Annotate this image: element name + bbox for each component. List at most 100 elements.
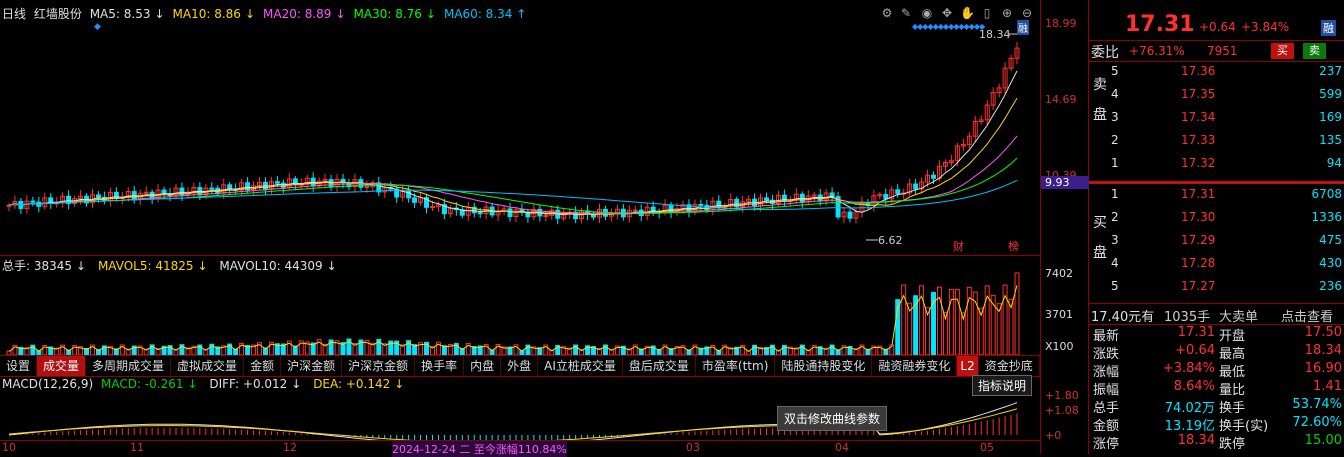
indicator-tabs: 设置 成交量 多周期成交量 虚拟成交量 金额 沪深金额 沪深京金额 换手率 内盘 外盘 AI立桩成交… bbox=[0, 355, 1040, 377]
bid-vol: 236 bbox=[1319, 279, 1342, 293]
zoom-in-icon[interactable]: ⊕ bbox=[1000, 6, 1014, 20]
candle-body bbox=[507, 208, 513, 218]
l2-badge: L2 bbox=[957, 356, 979, 376]
hand-icon[interactable]: ✋ bbox=[960, 6, 975, 20]
commission-diff: 7951 bbox=[1207, 44, 1238, 58]
mavol-line bbox=[8, 285, 1018, 353]
candle-body bbox=[895, 189, 901, 195]
stat-lv: 18.34 bbox=[1177, 433, 1215, 448]
price-tick: 14.69 bbox=[1045, 93, 1077, 106]
settings-icon[interactable]: ⚙ bbox=[880, 6, 894, 20]
finance-marker[interactable]: 财 bbox=[953, 238, 964, 254]
stat-l: 振幅 bbox=[1093, 383, 1120, 398]
current-price-tag: 9.93 bbox=[1041, 176, 1089, 189]
stat-rv: 53.74% bbox=[1292, 397, 1342, 412]
bid-lvl: 1 bbox=[1111, 187, 1119, 201]
tab-indicator[interactable]: 沪深金额 bbox=[281, 356, 343, 376]
candle-body bbox=[209, 187, 215, 190]
tab-indicator[interactable]: 多周期成交量 bbox=[86, 356, 172, 376]
move-icon[interactable]: ✥ bbox=[940, 6, 954, 20]
stat-l: 总手 bbox=[1093, 401, 1120, 416]
ask-row[interactable]: 5 17.36 237 bbox=[1089, 64, 1344, 87]
high-label: 18.34 bbox=[979, 28, 1011, 41]
price-tick: 18.99 bbox=[1045, 17, 1077, 30]
candle-body bbox=[781, 194, 787, 202]
chart-area[interactable]: 日线 红墙股份 MA5: 8.53 ↓ MA10: 8.86 ↓ MA20: 8.89 ↓… bbox=[0, 0, 1089, 457]
candle-body bbox=[913, 183, 919, 190]
ask-row[interactable]: 4 17.35 599 bbox=[1089, 87, 1344, 110]
quote-header: 17.31 +0.64 +3.84% 融 bbox=[1089, 0, 1344, 41]
mavol5-label: MAVOL5: 41825 ↓ bbox=[97, 259, 208, 273]
tab-indicator[interactable]: 金额 bbox=[244, 356, 282, 376]
ma-line bbox=[8, 135, 1018, 215]
tab-indicator[interactable]: AI立桩成交量 bbox=[538, 356, 623, 376]
eye-icon[interactable]: ◉ bbox=[920, 6, 934, 20]
tab-indicator[interactable]: 内盘 bbox=[464, 356, 502, 376]
date-tick: 03 bbox=[686, 441, 700, 454]
ask-row[interactable]: 1 17.32 94 bbox=[1089, 156, 1344, 179]
event-diamond-icon[interactable]: ◆ bbox=[94, 22, 101, 32]
tab-indicator[interactable]: 成交量 bbox=[37, 356, 87, 376]
ask-row[interactable]: 2 17.33 135 bbox=[1089, 133, 1344, 156]
big-order-row[interactable]: 17.40元有 1035手 大卖单 点击查看 bbox=[1089, 304, 1344, 325]
indicator-help-button[interactable]: 指标说明 bbox=[972, 375, 1033, 396]
volume-tick: 7402 bbox=[1045, 267, 1073, 280]
stat-row: 涨幅 +3.84% 最低 16.90 bbox=[1089, 361, 1344, 380]
pen-icon[interactable]: ✎ bbox=[899, 6, 913, 20]
bid-row[interactable]: 5 17.27 236 bbox=[1089, 279, 1344, 302]
stat-row: 总手 74.02万 换手 53.74% bbox=[1089, 397, 1344, 416]
volume-panel[interactable]: 总手: 38345 ↓ MAVOL5: 41825 ↓ MAVOL10: 44309… bbox=[0, 256, 1040, 355]
ask-lvl: 5 bbox=[1111, 64, 1119, 78]
event-diamond-icons[interactable]: ◆◆◆◆◆◆◆◆◆◆◆◆◆◆ bbox=[912, 22, 985, 31]
ask-vol: 94 bbox=[1326, 156, 1342, 170]
tab-indicator[interactable]: 盘后成交量 bbox=[623, 356, 696, 376]
ma-legend-item: MA20: 8.89 ↓ bbox=[263, 7, 346, 21]
lock-icon[interactable]: ▯ bbox=[980, 6, 994, 20]
ask-price: 17.34 bbox=[1181, 110, 1216, 124]
stat-l: 最新 bbox=[1093, 329, 1120, 344]
last-price: 17.31 bbox=[1125, 12, 1195, 37]
stat-row: 涨停 18.34 跌停 15.00 bbox=[1089, 433, 1344, 452]
ask-row[interactable]: 3 17.34 169 bbox=[1089, 110, 1344, 133]
big-order-link[interactable]: 点击查看 bbox=[1281, 306, 1333, 325]
tab-indicator[interactable]: 市盈率(ttm) bbox=[696, 356, 776, 376]
spread-divider bbox=[1089, 181, 1344, 184]
candle-body bbox=[95, 194, 101, 198]
bid-row[interactable]: 4 17.28 430 bbox=[1089, 256, 1344, 279]
tab-indicator[interactable]: 换手率 bbox=[415, 356, 465, 376]
tab-indicator[interactable]: 沪深京金额 bbox=[342, 356, 416, 376]
bid-lvl: 3 bbox=[1111, 233, 1119, 247]
volume-legend: 总手: 38345 ↓ MAVOL5: 41825 ↓ MAVOL10: 44309… bbox=[2, 257, 345, 274]
stat-rv: 72.60% bbox=[1292, 415, 1342, 430]
bid-price: 17.30 bbox=[1181, 210, 1216, 224]
macd-panel[interactable]: MACD(12,26,9) MACD: -0.261 ↓ DIFF: +0.012… bbox=[0, 375, 1040, 440]
ranking-marker[interactable]: 榜 bbox=[1008, 238, 1019, 254]
tab-indicator[interactable]: 外盘 bbox=[501, 356, 539, 376]
tab-indicator[interactable]: 设置 bbox=[0, 356, 38, 376]
ask-vol: 237 bbox=[1319, 64, 1342, 78]
stat-l: 涨幅 bbox=[1093, 365, 1120, 380]
candle-body bbox=[632, 209, 638, 212]
bid-lvl: 4 bbox=[1111, 256, 1119, 270]
bid-vol: 430 bbox=[1319, 256, 1342, 270]
tab-indicator[interactable]: 融资融券变化 bbox=[872, 356, 958, 376]
tab-indicator[interactable]: 虚拟成交量 bbox=[171, 356, 245, 376]
low-label: 6.62 bbox=[878, 234, 903, 247]
tab-indicator[interactable]: 陆股通持股变化 bbox=[775, 356, 873, 376]
tooltip: 双击修改曲线参数 bbox=[777, 406, 888, 431]
sell-button[interactable]: 卖 bbox=[1303, 43, 1326, 59]
candle-body bbox=[274, 181, 280, 184]
bid-price: 17.31 bbox=[1181, 187, 1216, 201]
bid-row[interactable]: 3 17.29 475 bbox=[1089, 233, 1344, 256]
stat-lv: +3.84% bbox=[1162, 361, 1215, 376]
zoom-out-icon[interactable]: ⊖ bbox=[1020, 6, 1034, 20]
stat-r: 换手 bbox=[1219, 401, 1246, 416]
bid-row[interactable]: 1 17.31 6708 bbox=[1089, 187, 1344, 210]
macd-legend: MACD(12,26,9) MACD: -0.261 ↓ DIFF: +0.012… bbox=[2, 377, 412, 391]
stat-r: 换手(实) bbox=[1219, 419, 1269, 434]
kline-panel[interactable]: 日线 红墙股份 MA5: 8.53 ↓ MA10: 8.86 ↓ MA20: 8.89 ↓… bbox=[0, 0, 1040, 256]
buy-button[interactable]: 买 bbox=[1271, 43, 1294, 59]
bid-row[interactable]: 2 17.30 1336 bbox=[1089, 210, 1344, 233]
total-volume-label: 总手: 38345 ↓ bbox=[2, 259, 87, 273]
tab-indicator[interactable]: 资金抄底 bbox=[979, 356, 1040, 376]
